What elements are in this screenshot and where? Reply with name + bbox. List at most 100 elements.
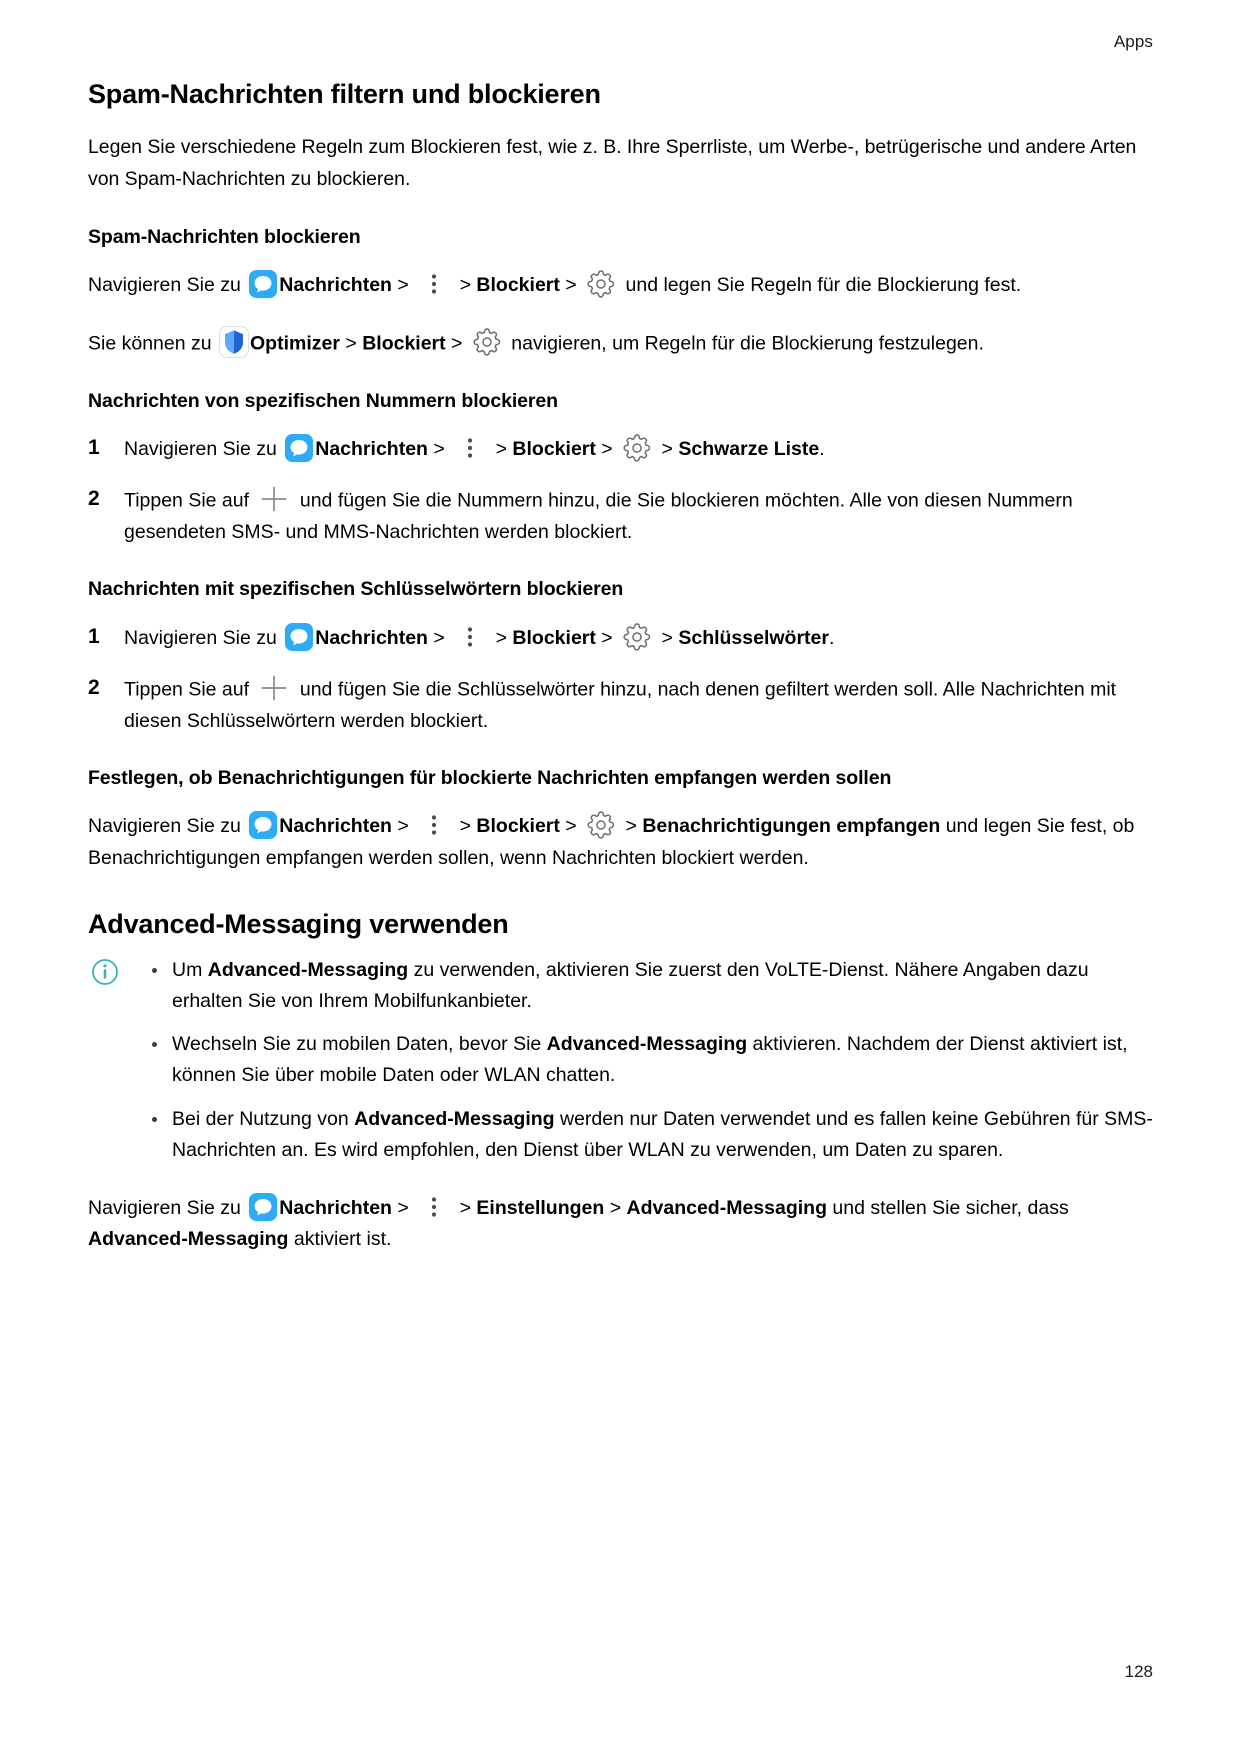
separator: >: [620, 815, 643, 838]
separator: >: [391, 274, 415, 297]
text-fragment: .: [819, 438, 825, 461]
step-number: 1: [88, 435, 100, 459]
advanced-messaging-notes: Um Advanced-Messaging zu verwenden, akti…: [88, 955, 1153, 1166]
messages-app-icon: [248, 810, 278, 840]
separator: >: [595, 438, 619, 461]
app-name-messages: Nachrichten: [315, 626, 428, 649]
plus-icon: [257, 672, 291, 704]
text-fragment: Um: [172, 958, 208, 981]
text-fragment: Navigieren Sie zu: [88, 815, 247, 838]
text-fragment: und stellen Sie sicher, dass: [826, 1196, 1069, 1219]
gear-icon: [584, 268, 618, 300]
list-item: 2 Tippen Sie auf und fügen Sie die Schlüs…: [88, 672, 1153, 737]
separator: >: [490, 438, 513, 461]
nav-path-optimizer: Sie können zu Optimizer > Blockiert > na…: [88, 325, 1153, 360]
text-fragment: .: [828, 626, 835, 649]
feature-name: Advanced-Messaging: [207, 958, 409, 981]
text-fragment: Sie können zu: [88, 332, 218, 355]
nav-path-notifications: Navigieren Sie zu Nachrichten > > Blocki…: [88, 809, 1153, 874]
step-number: 2: [88, 675, 100, 699]
menu-item-blocked: Blockiert: [362, 332, 446, 355]
separator: >: [559, 815, 583, 838]
intro-paragraph: Legen Sie verschiedene Regeln zum Blocki…: [88, 136, 1137, 190]
app-name-messages: Nachrichten: [315, 438, 428, 461]
separator: >: [604, 1196, 627, 1219]
list-item: Um Advanced-Messaging zu verwenden, akti…: [150, 955, 1153, 1017]
steps-block-numbers: 1 Navigieren Sie zu Nachrichten > > Block…: [88, 432, 1153, 548]
three-dot-menu-icon: [456, 622, 484, 652]
gear-icon: [620, 432, 654, 464]
heading-block-keywords: Nachrichten mit spezifischen Schlüsselwö…: [88, 578, 624, 601]
menu-item-advanced-messaging: Advanced-Messaging: [626, 1196, 827, 1219]
list-item: Wechseln Sie zu mobilen Daten, bevor Sie…: [150, 1029, 1153, 1091]
nav-path-advanced-messaging: Navigieren Sie zu Nachrichten > > Einste…: [88, 1192, 1153, 1256]
separator: >: [490, 626, 513, 649]
separator: >: [454, 1196, 477, 1219]
three-dot-menu-icon: [420, 269, 448, 299]
list-item: 1 Navigieren Sie zu Nachrichten > > Block…: [88, 621, 1153, 654]
info-icon: [92, 958, 118, 985]
menu-item-blocked: Blockiert: [476, 815, 560, 838]
separator: >: [656, 438, 679, 461]
app-name-messages: Nachrichten: [279, 1196, 392, 1219]
gear-icon: [620, 621, 654, 653]
text-fragment: Tippen Sie auf: [124, 489, 255, 512]
text-fragment: Wechseln Sie zu mobilen Daten, bevor Sie: [172, 1033, 547, 1056]
separator: >: [391, 1196, 415, 1219]
heading-notifications: Festlegen, ob Benachrichtigungen für blo…: [88, 766, 892, 789]
menu-item-settings: Einstellungen: [476, 1196, 605, 1219]
separator: >: [427, 626, 451, 649]
text-fragment: Navigieren Sie zu: [124, 626, 283, 649]
heading-advanced-messaging: Advanced-Messaging verwenden: [88, 909, 509, 940]
heading-block-numbers: Nachrichten von spezifischen Nummern blo…: [88, 389, 558, 412]
running-header: Apps: [1113, 32, 1153, 51]
menu-item-blocked: Blockiert: [512, 626, 596, 649]
page-content: Spam-Nachrichten filtern und blockieren …: [88, 78, 1153, 1262]
page-title: Spam-Nachrichten filtern und blockieren: [88, 79, 601, 109]
feature-name: Advanced-Messaging: [546, 1033, 748, 1056]
three-dot-menu-icon: [420, 810, 448, 840]
app-name-optimizer: Optimizer: [250, 332, 340, 355]
separator: >: [339, 332, 363, 355]
heading-block-spam: Spam-Nachrichten blockieren: [88, 225, 361, 248]
list-item: 2 Tippen Sie auf und fügen Sie die Nummer…: [88, 483, 1153, 548]
menu-item-blacklist: Schwarze Liste: [678, 438, 820, 461]
three-dot-menu-icon: [456, 433, 484, 463]
feature-name: Advanced-Messaging: [354, 1107, 555, 1130]
list-item: 1 Navigieren Sie zu Nachrichten > > Block…: [88, 432, 1153, 465]
menu-item-blocked: Blockiert: [512, 438, 596, 461]
separator: >: [559, 274, 583, 297]
step-number: 2: [88, 487, 100, 511]
messages-app-icon: [248, 1192, 278, 1222]
page-number: 128: [1124, 1662, 1153, 1681]
text-fragment: Bei der Nutzung von: [172, 1107, 355, 1130]
messages-app-icon: [248, 269, 278, 299]
three-dot-menu-icon: [420, 1192, 448, 1222]
app-name-messages: Nachrichten: [279, 274, 392, 297]
manual-page: Apps Spam-Nachrichten filtern und blocki…: [0, 0, 1241, 1754]
separator: >: [656, 626, 679, 649]
text-fragment: Navigieren Sie zu: [88, 1196, 247, 1219]
messages-app-icon: [284, 622, 314, 652]
separator: >: [454, 274, 477, 297]
list-item: Bei der Nutzung von Advanced-Messaging w…: [150, 1104, 1153, 1166]
separator: >: [595, 626, 619, 649]
menu-item-blocked: Blockiert: [476, 274, 560, 297]
nav-path-block-spam: Navigieren Sie zu Nachrichten > > Blocki…: [88, 268, 1153, 302]
text-fragment: Navigieren Sie zu: [88, 274, 247, 297]
text-fragment: navigieren, um Regeln für die Blockierun…: [505, 332, 984, 355]
optimizer-shield-icon: [219, 325, 249, 358]
gear-icon: [470, 326, 504, 358]
plus-icon: [257, 483, 291, 515]
text-fragment: Navigieren Sie zu: [124, 438, 283, 461]
separator: >: [454, 815, 477, 838]
text-fragment: Tippen Sie auf: [124, 678, 255, 701]
steps-block-keywords: 1 Navigieren Sie zu Nachrichten > > Block…: [88, 621, 1153, 737]
text-fragment: und legen Sie Regeln für die Blockierung…: [620, 274, 1022, 297]
feature-name: Advanced-Messaging: [88, 1228, 289, 1251]
gear-icon: [584, 809, 618, 841]
app-name-messages: Nachrichten: [279, 815, 392, 838]
menu-item-receive-notifications: Benachrichtigungen empfangen: [642, 815, 941, 838]
step-number: 1: [88, 624, 100, 648]
separator: >: [445, 332, 468, 355]
